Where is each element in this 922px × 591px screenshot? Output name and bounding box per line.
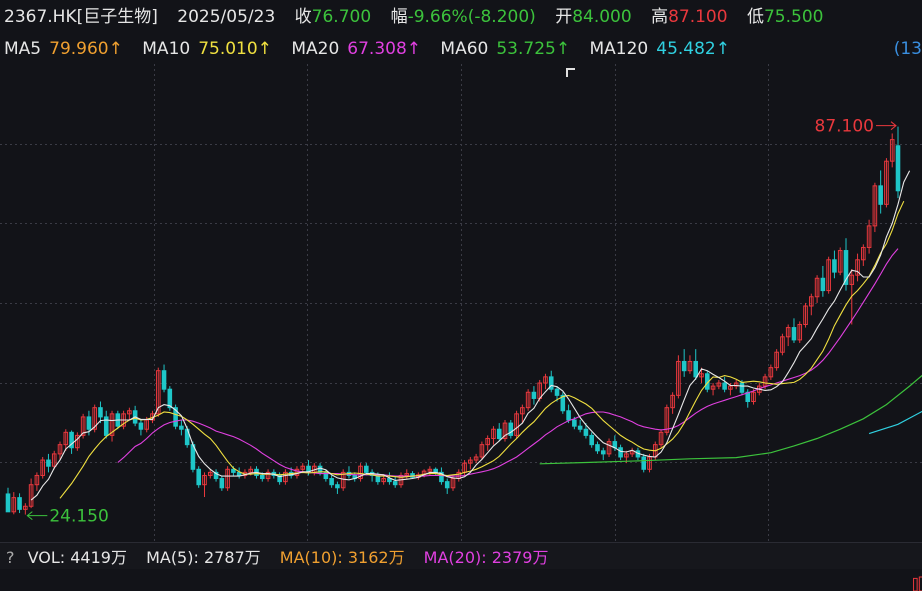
candle-body bbox=[600, 450, 606, 455]
candle-body bbox=[364, 465, 369, 473]
candle-body bbox=[878, 185, 883, 205]
low-label: 低 bbox=[746, 7, 764, 27]
ma60-label: MA60 bbox=[440, 39, 489, 59]
candle-body bbox=[832, 259, 837, 273]
help-icon[interactable]: ? bbox=[6, 548, 15, 567]
candle-body bbox=[329, 478, 334, 486]
candle-body bbox=[496, 428, 502, 439]
ma20-label: MA20 bbox=[291, 39, 340, 59]
max-price-label: 87.100 bbox=[815, 117, 874, 137]
candle-body bbox=[231, 468, 236, 473]
high-value: 87.100 bbox=[668, 7, 728, 27]
candle-body bbox=[595, 444, 600, 452]
candle-body bbox=[335, 484, 340, 489]
candle-body bbox=[179, 425, 184, 430]
ma120-line bbox=[868, 410, 922, 435]
change-label: 幅 bbox=[390, 7, 408, 27]
open-label: 开 bbox=[555, 7, 573, 27]
candle-body bbox=[196, 468, 202, 486]
ma20-line bbox=[117, 248, 899, 477]
candle-body bbox=[618, 447, 623, 458]
change-value: -9.66%(-8.200) bbox=[407, 7, 536, 27]
candle-body bbox=[161, 370, 167, 390]
candle-body bbox=[572, 419, 577, 427]
ma10-value: 75.010↑ bbox=[198, 39, 272, 59]
candle-body bbox=[820, 277, 826, 292]
ma10-label: MA10 bbox=[142, 39, 191, 59]
candle-body bbox=[259, 474, 265, 480]
candle-body bbox=[98, 407, 103, 418]
open-value: 84.000 bbox=[572, 7, 632, 27]
ma20-value: 67.308↑ bbox=[347, 39, 422, 59]
candle-body bbox=[554, 388, 560, 396]
candle-body bbox=[791, 327, 797, 341]
min-price-label: 24.150 bbox=[49, 507, 108, 527]
candle-body bbox=[566, 410, 571, 421]
candle-body bbox=[167, 388, 173, 409]
vol-ma10: MA(10): 3162万 bbox=[279, 548, 405, 567]
candle-body bbox=[583, 428, 589, 436]
candle-body bbox=[392, 481, 398, 486]
ma-row-overflow[interactable]: (13 bbox=[894, 38, 922, 60]
candle-body bbox=[641, 456, 647, 470]
ma5-value: 79.960↑ bbox=[49, 39, 123, 59]
candle-body bbox=[46, 459, 51, 467]
close-value: 76.700 bbox=[311, 7, 372, 27]
candle-body bbox=[138, 422, 144, 430]
ma-row: MA5 79.960↑ MA10 75.010↑ MA20 67.308↑ MA60 5… bbox=[4, 38, 730, 60]
symbol-label[interactable]: 2367.HK[巨子生物] bbox=[4, 7, 158, 27]
low-value: 75.500 bbox=[763, 7, 824, 27]
candle-body bbox=[681, 360, 687, 372]
ma5-label: MA5 bbox=[4, 39, 42, 59]
candle-body bbox=[577, 425, 583, 430]
candle-body bbox=[722, 382, 727, 390]
date-label: 2025/05/23 bbox=[177, 7, 276, 27]
vol-ma20: MA(20): 2379万 bbox=[423, 548, 549, 567]
candle-body bbox=[895, 145, 901, 192]
high-label: 高 bbox=[651, 7, 669, 27]
candle-body bbox=[693, 360, 699, 378]
candle-body bbox=[86, 416, 92, 430]
header-row: 2367.HK[巨子生物] 2025/05/23 收76.700 幅-9.66%… bbox=[4, 6, 823, 28]
close-label: 收 bbox=[294, 7, 312, 27]
ma120-value: 45.482↑ bbox=[656, 39, 730, 59]
volume-bar bbox=[913, 577, 918, 591]
vol-value: VOL: 4419万 bbox=[27, 548, 127, 567]
candlestick-chart[interactable]: 87.100 24.150 bbox=[0, 64, 922, 542]
candle-body bbox=[589, 434, 594, 446]
candle-body bbox=[739, 382, 745, 393]
ma60-value: 53.725↑ bbox=[496, 39, 571, 59]
volume-pane bbox=[913, 576, 922, 591]
candle-body bbox=[444, 481, 450, 489]
vol-ma5: MA(5): 2787万 bbox=[146, 548, 261, 567]
candle-body bbox=[531, 391, 537, 399]
candle-body bbox=[17, 497, 22, 510]
candle-body bbox=[5, 493, 11, 513]
volume-indicator-bar: ? VOL: 4419万 MA(5): 2787万 MA(10): 3162万 … bbox=[0, 542, 922, 569]
ma120-label: MA120 bbox=[589, 39, 649, 59]
candle-body bbox=[219, 478, 225, 489]
